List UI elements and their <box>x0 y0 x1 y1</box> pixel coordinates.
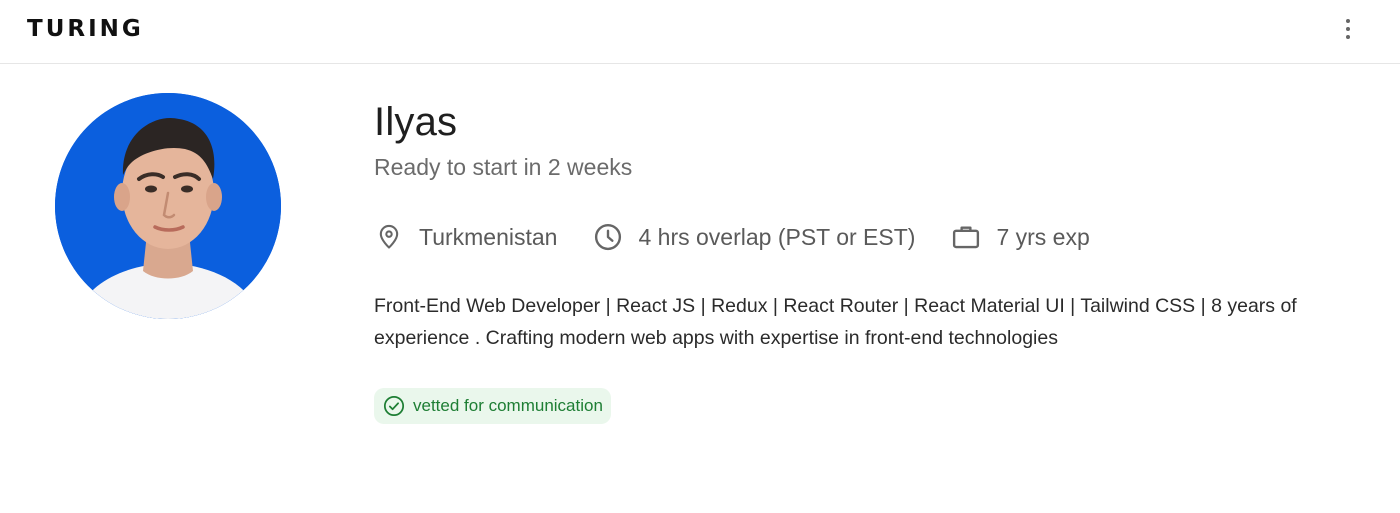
profile-photo <box>55 93 281 319</box>
bio-text: Front-End Web Developer | React JS | Red… <box>374 295 1297 349</box>
briefcase-icon <box>951 222 981 252</box>
check-circle-icon <box>383 395 405 417</box>
vetted-badge: vetted for communication <box>374 388 611 424</box>
candidate-name: Ilyas <box>374 100 458 144</box>
location-text: Turkmenistan <box>419 223 558 250</box>
overlap-item: 4 hrs overlap (PST or EST) <box>593 222 915 252</box>
experience-item: 7 yrs exp <box>951 222 1090 252</box>
avatar <box>55 93 281 319</box>
badge-label: vetted for communication <box>413 396 603 415</box>
top-bar: TURING <box>0 0 1400 64</box>
profile-content: Ilyas Ready to start in 2 weeks Turkmeni… <box>374 96 1374 424</box>
menu-dot <box>1346 27 1350 31</box>
menu-dot <box>1346 19 1350 23</box>
overlap-text: 4 hrs overlap (PST or EST) <box>638 223 916 250</box>
location-pin-icon <box>374 222 404 252</box>
experience-text: 7 yrs exp <box>996 223 1090 250</box>
menu-dot <box>1346 35 1350 39</box>
profile-meta: Turkmenistan 4 hrs overlap (PST or EST) … <box>374 220 1374 254</box>
more-vertical-icon[interactable] <box>1336 17 1360 41</box>
location-item: Turkmenistan <box>374 222 557 252</box>
turing-logo[interactable]: TURING <box>27 16 144 42</box>
clock-icon <box>593 222 623 252</box>
availability-text: Ready to start in 2 weeks <box>374 154 633 180</box>
